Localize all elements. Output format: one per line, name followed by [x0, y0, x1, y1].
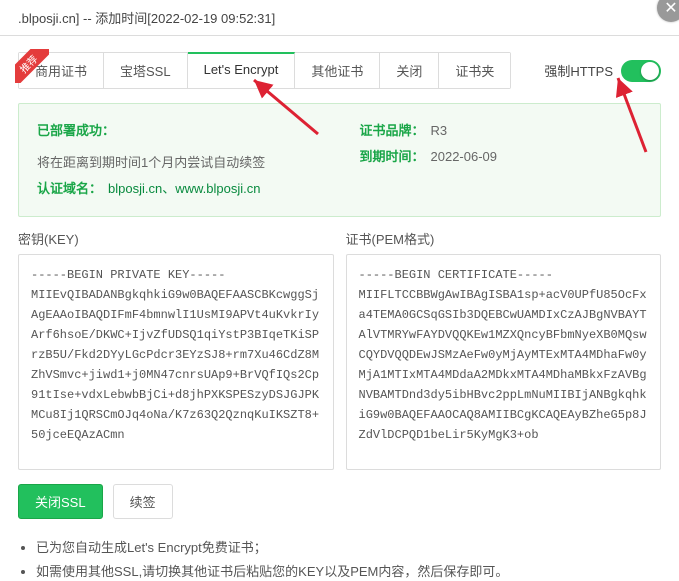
deployed-text: 将在距离到期时间1个月内尝试自动续签: [37, 150, 265, 176]
tab-label: 宝塔SSL: [120, 64, 171, 79]
brand-value: R3: [431, 118, 448, 144]
expire-value: 2022-06-09: [431, 144, 498, 170]
tab-label: 其他证书: [311, 64, 363, 79]
force-https-switch[interactable]: [621, 60, 661, 82]
note-item: 如需使用其他SSL,请切换其他证书后粘贴您的KEY以及PEM内容，然后保存即可。: [36, 563, 661, 581]
note-item: 已为您自动生成Let's Encrypt免费证书；: [36, 539, 661, 557]
key-label: 密钥(KEY): [18, 229, 334, 248]
auth-domain-value: blposji.cn、www.blposji.cn: [108, 176, 260, 202]
tab-commercial-cert[interactable]: 推荐 商用证书: [19, 53, 104, 88]
deployed-label: 已部署成功：: [37, 118, 115, 144]
brand-label: 证书品牌：: [360, 118, 425, 144]
tab-other-cert[interactable]: 其他证书: [295, 53, 380, 88]
tab-bt-ssl[interactable]: 宝塔SSL: [104, 53, 188, 88]
expire-label: 到期时间：: [360, 144, 425, 170]
tab-label: Let's Encrypt: [204, 62, 279, 77]
tab-lets-encrypt[interactable]: Let's Encrypt: [188, 52, 296, 88]
dialog-title: .blposji.cn] -- 添加时间[2022-02-19 09:52:31…: [18, 8, 275, 27]
key-textarea[interactable]: [18, 254, 334, 470]
pem-label: 证书(PEM格式): [346, 229, 662, 248]
tab-label: 证书夹: [455, 64, 494, 79]
tab-cert-folder[interactable]: 证书夹: [439, 53, 510, 88]
tab-label: 关闭: [396, 64, 422, 79]
tab-label: 商用证书: [35, 64, 87, 79]
renew-button[interactable]: 续签: [113, 484, 173, 519]
tab-close[interactable]: 关闭: [380, 53, 439, 88]
deploy-status-panel: 已部署成功： 将在距离到期时间1个月内尝试自动续签 认证域名： blposji.…: [18, 103, 661, 217]
close-ssl-button[interactable]: 关闭SSL: [18, 484, 103, 519]
pem-textarea[interactable]: [346, 254, 662, 470]
auth-domain-label: 认证域名：: [37, 176, 102, 202]
force-https-label: 强制HTTPS: [544, 61, 613, 80]
close-icon[interactable]: ✕: [657, 0, 679, 22]
cert-type-tabs: 推荐 商用证书 宝塔SSL Let's Encrypt 其他证书 关闭 证书夹: [18, 52, 511, 89]
notes-list: 已为您自动生成Let's Encrypt免费证书； 如需使用其他SSL,请切换其…: [18, 539, 661, 581]
